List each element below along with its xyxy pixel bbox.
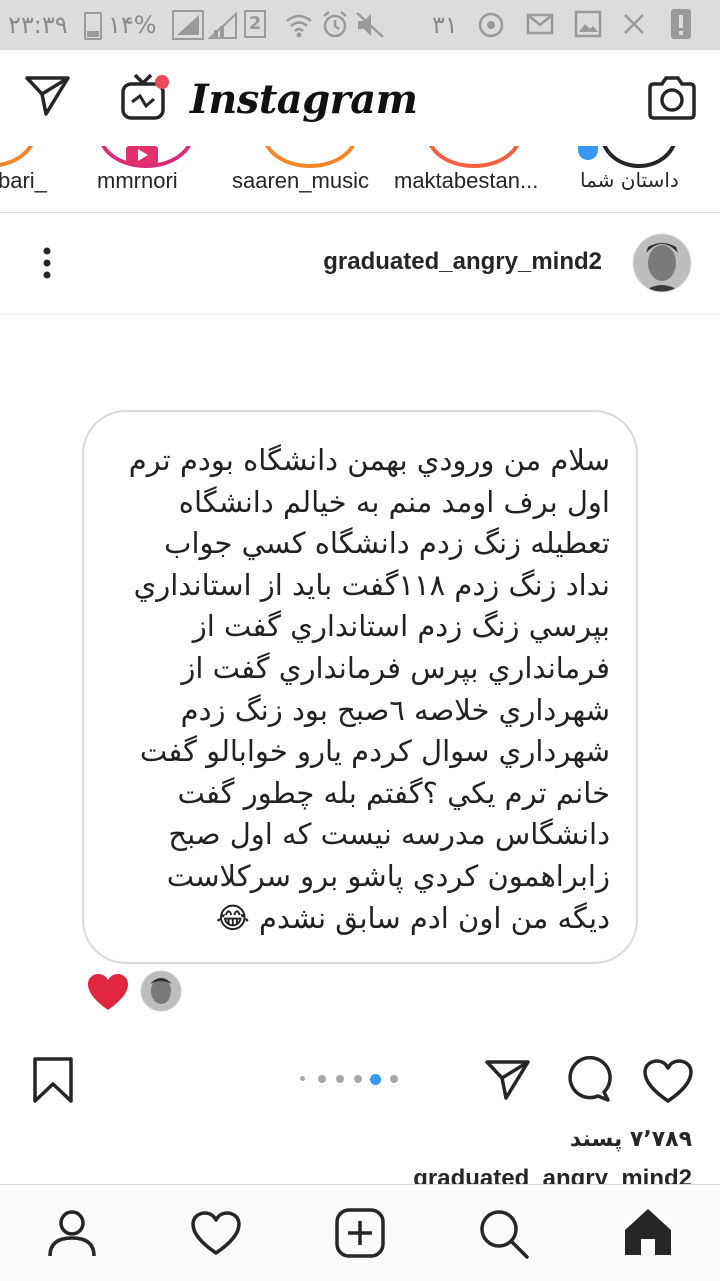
search-tab-icon[interactable] [478,1208,530,1260]
profile-tab-icon[interactable] [46,1206,98,1258]
your-story-avatar[interactable] [600,146,678,168]
reaction-heart-icon [88,974,128,1010]
carousel-dot-active [370,1074,381,1085]
comment-icon[interactable] [564,1056,612,1104]
save-bookmark-icon[interactable] [32,1056,74,1104]
story-username[interactable]: maktabestan... [394,168,538,194]
likes-count[interactable]: ۷٬۷۸۹ پسند [570,1127,692,1152]
status-bar: ۲۳:۳۹ ۱۴% 2 ۳۱ [0,0,720,50]
signal-icon-2 [208,11,237,39]
story-username[interactable]: داستان شما [580,168,679,192]
story-username[interactable]: saaren_music [232,168,369,194]
reaction-avatar [140,970,182,1012]
sim-slot-badge: 2 [244,10,266,38]
story-avatar-ring[interactable] [262,146,358,168]
story-avatar-ring[interactable] [0,146,36,168]
post-username[interactable]: graduated_angry_mind2 [323,248,602,276]
camera-icon[interactable] [646,74,698,122]
igtv-badge-icon [126,146,158,164]
message-text: سلام من ورودي بهمن دانشگاه بودم ترم اول … [102,440,610,939]
carousel-indicator [300,1074,400,1085]
sync-icon [478,12,504,38]
like-heart-icon[interactable] [642,1058,694,1104]
alarm-icon [323,11,347,38]
message-body: سلام من ورودي بهمن دانشگاه بودم ترم اول … [128,443,610,935]
laughing-emoji-icon: 😂 [215,900,250,935]
instagram-logo: Instagram [190,76,418,123]
share-icon[interactable] [484,1058,532,1102]
mail-icon [526,13,554,35]
warning-icon [671,9,691,39]
carousel-dot [318,1075,326,1083]
activity-tab-icon[interactable] [190,1210,242,1256]
direct-message-icon[interactable] [24,74,72,118]
home-tab-icon[interactable] [622,1206,674,1258]
carousel-dot [354,1075,362,1083]
signal-icon [172,10,204,40]
status-time: ۲۳:۳۹ [8,11,68,39]
story-username[interactable]: bari_ [0,168,47,194]
gallery-icon [574,10,602,38]
post-avatar[interactable] [632,233,692,293]
carousel-dot [300,1076,305,1081]
carousel-dot [336,1075,344,1083]
stories-tray: bari_ mmrnori saaren_music maktabestan..… [0,146,720,213]
igtv-icon[interactable] [120,72,172,124]
mute-icon [356,12,384,38]
wifi-icon [286,14,312,38]
status-date: ۳۱ [432,11,458,39]
new-post-tab-icon[interactable] [334,1207,386,1259]
more-options-icon[interactable] [40,246,54,280]
close-notification-icon [624,14,644,34]
add-story-badge-icon [578,146,598,160]
story-avatar-ring[interactable] [426,146,522,168]
battery-percent: ۱۴% [108,11,157,39]
carousel-dot [390,1075,398,1083]
story-username[interactable]: mmrnori [97,168,178,194]
battery-icon [84,12,102,40]
